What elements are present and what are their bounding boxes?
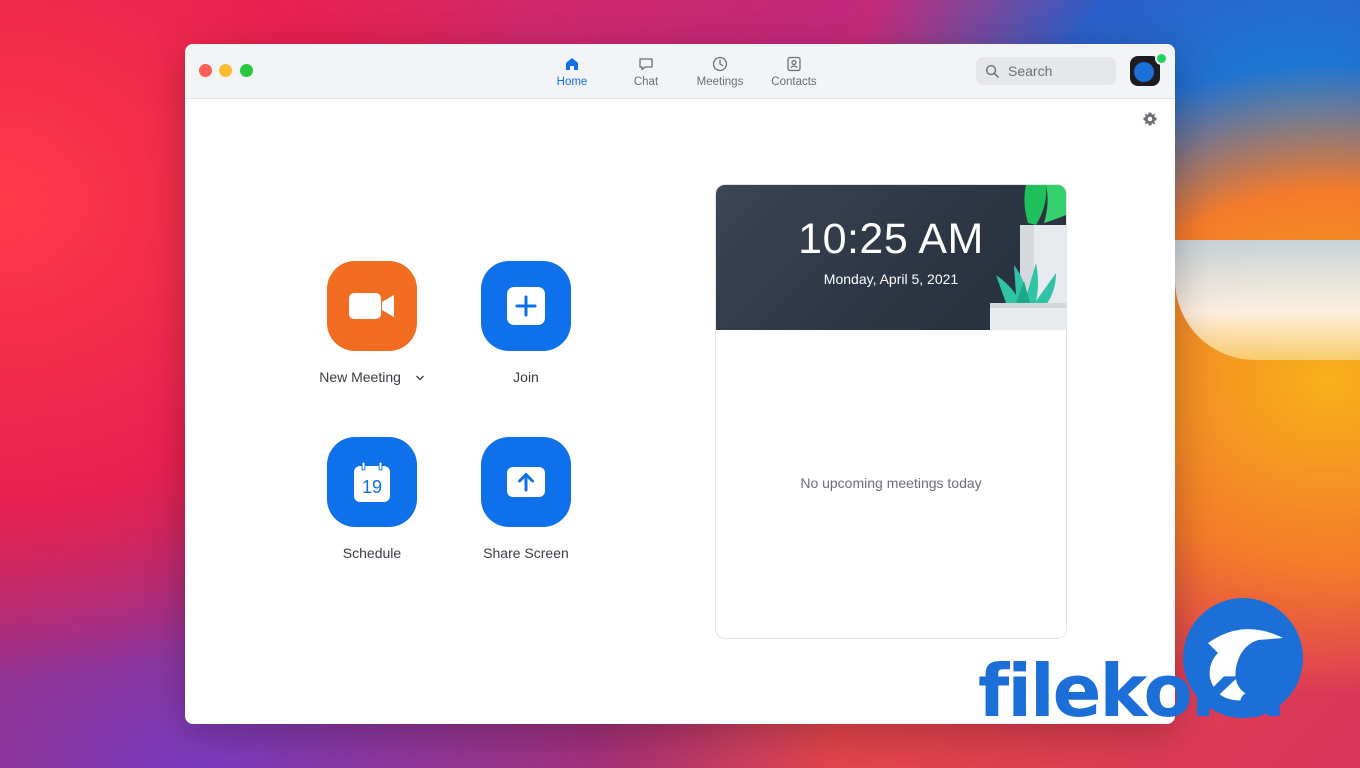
avatar-image (1134, 62, 1154, 82)
tab-home[interactable]: Home (535, 44, 609, 98)
upload-arrow-icon (507, 467, 545, 497)
join-action: Join (466, 261, 586, 385)
calendar-day-number: 19 (362, 477, 382, 497)
join-button[interactable] (481, 261, 571, 351)
tab-chat[interactable]: Chat (609, 44, 683, 98)
search-input[interactable]: Search (976, 57, 1116, 85)
filekoka-watermark-logo: filekoka (978, 598, 1303, 723)
new-meeting-label: New Meeting (319, 369, 401, 385)
home-icon (566, 58, 578, 70)
share-screen-label: Share Screen (483, 545, 569, 561)
chat-icon (639, 58, 653, 71)
clock-icon (712, 56, 728, 72)
tab-home-label: Home (556, 76, 588, 88)
search-placeholder: Search (1008, 63, 1053, 79)
join-label: Join (513, 369, 539, 385)
current-date: Monday, April 5, 2021 (823, 271, 959, 287)
minimize-window-button[interactable] (219, 64, 232, 77)
new-meeting-button[interactable] (327, 261, 417, 351)
chevron-down-icon[interactable] (415, 374, 425, 382)
schedule-button[interactable]: 19 (327, 437, 417, 527)
close-window-button[interactable] (199, 64, 212, 77)
maximize-window-button[interactable] (240, 64, 253, 77)
search-icon (985, 64, 999, 78)
settings-gear-icon[interactable] (1142, 111, 1158, 127)
video-camera-icon (349, 293, 394, 319)
wallpaper-highlight (1175, 240, 1360, 360)
schedule-label: Schedule (342, 545, 402, 561)
tab-meetings-label: Meetings (696, 76, 744, 88)
schedule-action: 19 Schedule (312, 437, 432, 561)
presence-status-dot (1155, 52, 1168, 65)
clock-banner: 10:25 AM Monday, April 5, 2021 (716, 185, 1066, 330)
tab-contacts[interactable]: Contacts (757, 44, 831, 98)
contacts-icon (787, 56, 801, 72)
share-screen-button[interactable] (481, 437, 571, 527)
calendar-icon: 19 (354, 461, 390, 502)
new-meeting-action: New Meeting (312, 261, 432, 385)
tab-chat-label: Chat (633, 76, 659, 88)
plus-icon (507, 287, 545, 325)
upcoming-meetings-card: 10:25 AM Monday, April 5, 2021 No upcomi… (715, 184, 1067, 639)
current-time: 10:25 AM (798, 215, 984, 263)
new-meeting-label-row[interactable]: New Meeting (319, 369, 425, 385)
no-meetings-message: No upcoming meetings today (800, 475, 982, 491)
main-tabs: Home Chat Meetings Contacts (535, 44, 831, 98)
title-bar: Home Chat Meetings Contacts Search (185, 44, 1175, 99)
tab-contacts-label: Contacts (771, 76, 817, 88)
watermark-text: filekoka (978, 649, 1283, 723)
tab-meetings[interactable]: Meetings (683, 44, 757, 98)
share-screen-action: Share Screen (466, 437, 586, 561)
